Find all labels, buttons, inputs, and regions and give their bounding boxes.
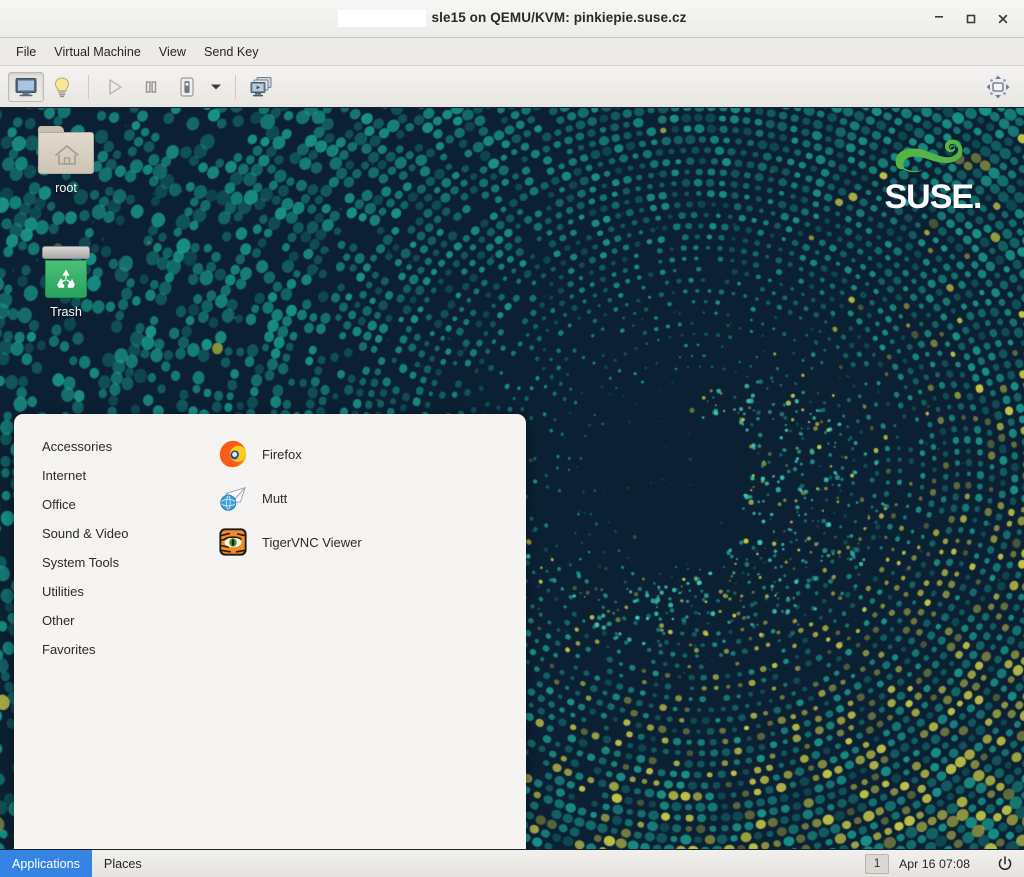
toolbar-separator-1 [88, 75, 89, 99]
power-icon [997, 856, 1013, 872]
maximize-icon [965, 13, 977, 25]
power-switch-icon [177, 76, 197, 98]
screens-icon [250, 76, 274, 98]
monitor-icon [15, 77, 37, 97]
desktop-icon-trash-label: Trash [50, 305, 82, 319]
category-item-system-tools[interactable]: System Tools [14, 548, 204, 577]
close-button[interactable] [988, 4, 1018, 34]
application-list: Firefox Mutt [204, 414, 526, 849]
applications-menu-button[interactable]: Applications [0, 850, 92, 877]
mutt-mail-icon [218, 483, 248, 513]
category-item-utilities[interactable]: Utilities [14, 577, 204, 606]
home-folder-icon [38, 126, 94, 174]
category-item-internet[interactable]: Internet [14, 461, 204, 490]
app-item-mutt[interactable]: Mutt [204, 476, 526, 520]
category-item-office[interactable]: Office [14, 490, 204, 519]
menu-bar: File Virtual Machine View Send Key [0, 38, 1024, 66]
window-title-text: sle15 on QEMU/KVM: pinkiepie.suse.cz [432, 10, 687, 25]
play-icon [105, 77, 125, 97]
show-details-button[interactable] [44, 72, 80, 102]
desktop-area: SUSE. root [0, 108, 1024, 849]
pause-icon [141, 77, 161, 97]
toolbar-separator-2 [235, 75, 236, 99]
desktop-icon-trash[interactable]: Trash [18, 246, 114, 319]
category-item-other[interactable]: Other [14, 606, 204, 635]
workspace-switcher[interactable]: 1 [865, 854, 889, 874]
show-console-button[interactable] [8, 72, 44, 102]
category-list: Accessories Internet Office Sound & Vide… [14, 414, 204, 849]
app-item-tigervnc-label: TigerVNC Viewer [262, 535, 362, 550]
chevron-down-icon [210, 83, 222, 91]
fullscreen-arrows-icon [985, 74, 1011, 100]
fullscreen-button[interactable] [980, 72, 1016, 102]
snapshots-button[interactable] [244, 72, 280, 102]
places-menu-button[interactable]: Places [92, 850, 154, 877]
category-item-accessories[interactable]: Accessories [14, 432, 204, 461]
pause-button[interactable] [133, 72, 169, 102]
firefox-icon [218, 439, 248, 469]
trash-recycle-icon [40, 246, 92, 298]
menu-item-file[interactable]: File [8, 41, 44, 63]
applications-menu-panel: Accessories Internet Office Sound & Vide… [14, 414, 526, 849]
menu-item-virtual-machine[interactable]: Virtual Machine [46, 41, 149, 63]
virt-manager-window: sle15 on QEMU/KVM: pinkiepie.suse.cz Fil… [0, 0, 1024, 877]
tool-bar [0, 66, 1024, 108]
desktop-icon-root-label: root [55, 181, 77, 195]
menu-item-send-key[interactable]: Send Key [196, 41, 267, 63]
shutdown-dropdown[interactable] [205, 72, 227, 102]
menu-item-view[interactable]: View [151, 41, 194, 63]
minimize-icon [933, 9, 945, 21]
desktop-icon-root[interactable]: root [18, 126, 114, 195]
category-item-sound-and-video[interactable]: Sound & Video [14, 519, 204, 548]
recycle-glyph-icon [53, 266, 79, 292]
shutdown-button[interactable] [169, 72, 205, 102]
app-item-mutt-label: Mutt [262, 491, 287, 506]
redaction-block [338, 10, 426, 27]
app-item-tigervnc-viewer[interactable]: TigerVNC Viewer [204, 520, 526, 564]
run-button[interactable] [97, 72, 133, 102]
minimize-button[interactable] [924, 4, 954, 34]
app-item-firefox[interactable]: Firefox [204, 432, 526, 476]
task-bar: Applications Places 1 Apr 16 07:08 [0, 849, 1024, 877]
home-glyph-icon [53, 143, 81, 167]
close-icon [997, 13, 1009, 25]
tigervnc-icon [218, 527, 248, 557]
maximize-button[interactable] [956, 4, 986, 34]
clock[interactable]: Apr 16 07:08 [899, 857, 970, 871]
lightbulb-icon [52, 76, 72, 98]
title-bar: sle15 on QEMU/KVM: pinkiepie.suse.cz [0, 0, 1024, 38]
window-controls [924, 0, 1018, 38]
category-item-favorites[interactable]: Favorites [14, 635, 204, 664]
app-item-firefox-label: Firefox [262, 447, 302, 462]
window-title: sle15 on QEMU/KVM: pinkiepie.suse.cz [338, 10, 687, 27]
power-button[interactable] [992, 851, 1018, 877]
